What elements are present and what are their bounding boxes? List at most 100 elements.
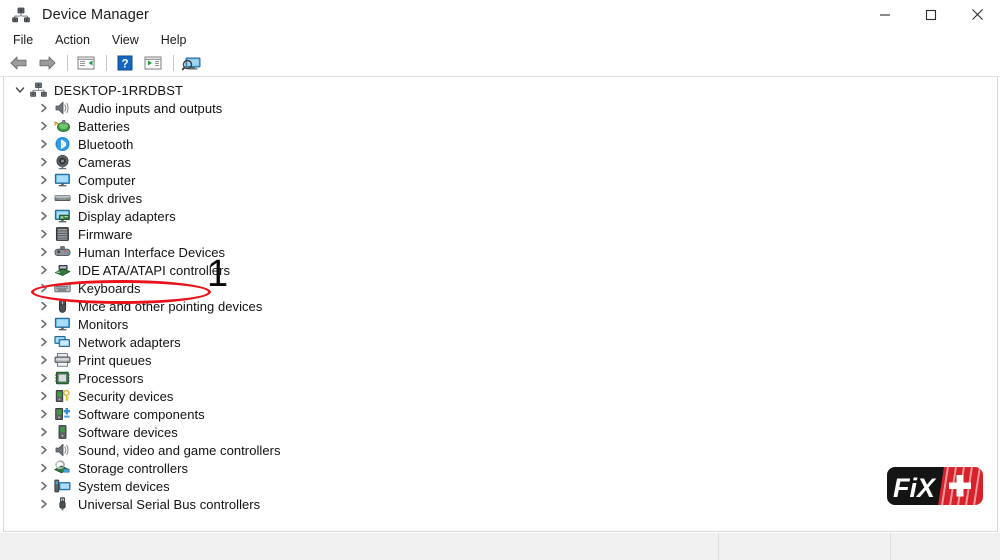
toolbar-separator [67,55,68,71]
chevron-right-icon[interactable] [36,99,52,117]
chevron-right-icon[interactable] [36,495,52,513]
chevron-right-icon[interactable] [36,477,52,495]
battery-icon [54,118,71,134]
monitor-icon [54,316,71,332]
chevron-right-icon[interactable] [36,261,52,279]
tree-item-software-components[interactable]: Software components [4,405,997,423]
software-components-icon [54,406,71,422]
tree-item-label: Mice and other pointing devices [78,298,263,314]
ide-controller-icon [54,262,71,278]
chevron-down-icon[interactable] [12,81,28,99]
tree-item-bluetooth[interactable]: Bluetooth [4,135,997,153]
tree-item-disk-drives[interactable]: Disk drives [4,189,997,207]
tree-item-label: Batteries [78,118,130,134]
menu-help[interactable]: Help [161,31,196,49]
speaker-icon [54,442,71,458]
tree-item-security-devices[interactable]: Security devices [4,387,997,405]
chevron-right-icon[interactable] [36,135,52,153]
system-device-icon [54,478,71,494]
window-title: Device Manager [42,6,149,23]
tree-item-label: IDE ATA/ATAPI controllers [78,262,230,278]
chevron-right-icon[interactable] [36,117,52,135]
bluetooth-icon [54,136,71,152]
tree-item-storage-controllers[interactable]: Storage controllers [4,459,997,477]
status-segment-tertiary [890,533,1000,560]
chevron-right-icon[interactable] [36,387,52,405]
properties-button[interactable] [140,52,166,74]
tree-item-computer[interactable]: Computer [4,171,997,189]
tree-item-label: Sound, video and game controllers [78,442,281,458]
tree-item-label: Security devices [78,388,174,404]
status-segment-secondary [718,533,890,560]
tree-item-label: Network adapters [78,334,181,350]
tree-item-mice-and-other-pointing-devices[interactable]: Mice and other pointing devices [4,297,997,315]
tree-item-label: Computer [78,172,136,188]
chevron-right-icon[interactable] [36,279,52,297]
tree-item-human-interface-devices[interactable]: Human Interface Devices [4,243,997,261]
chevron-right-icon[interactable] [36,189,52,207]
tree-item-software-devices[interactable]: Software devices [4,423,997,441]
scan-hardware-changes-button[interactable] [179,52,205,74]
toolbar-separator [106,55,107,71]
chevron-right-icon[interactable] [36,423,52,441]
chevron-right-icon[interactable] [36,243,52,261]
tree-item-label: Keyboards [78,280,141,296]
tree-item-label: Print queues [78,352,152,368]
tree-item-audio-inputs-and-outputs[interactable]: Audio inputs and outputs [4,99,997,117]
tree-item-label: Display adapters [78,208,176,224]
chevron-right-icon[interactable] [36,351,52,369]
tree-item-ide-ata-atapi-controllers[interactable]: IDE ATA/ATAPI controllers [4,261,997,279]
device-tree-panel: DESKTOP-1RRDBST Audio inputs and outputs… [3,77,998,532]
tree-item-label: Bluetooth [78,136,134,152]
tree-item-processors[interactable]: Processors [4,369,997,387]
show-hide-console-tree-button[interactable] [73,52,99,74]
tree-item-sound-video-and-game-controllers[interactable]: Sound, video and game controllers [4,441,997,459]
back-button[interactable] [6,52,32,74]
close-button[interactable] [954,0,1000,29]
tree-item-firmware[interactable]: Firmware [4,225,997,243]
chevron-right-icon[interactable] [36,369,52,387]
chevron-right-icon[interactable] [36,405,52,423]
toolbar-separator [173,55,174,71]
chevron-right-icon[interactable] [36,171,52,189]
speaker-icon [54,100,71,116]
tree-item-system-devices[interactable]: System devices [4,477,997,495]
help-button[interactable]: ? [112,52,138,74]
tree-root-row[interactable]: DESKTOP-1RRDBST [4,81,997,99]
chevron-right-icon[interactable] [36,333,52,351]
menu-file[interactable]: File [13,31,42,49]
tree-item-display-adapters[interactable]: Display adapters [4,207,997,225]
chevron-right-icon[interactable] [36,459,52,477]
processor-chip-icon [54,370,71,386]
forward-button[interactable] [34,52,60,74]
tree-item-label: Firmware [78,226,133,242]
security-key-icon [54,388,71,404]
svg-text:?: ? [121,58,128,70]
tree-root-label: DESKTOP-1RRDBST [54,82,184,98]
tree-item-print-queues[interactable]: Print queues [4,351,997,369]
menu-view[interactable]: View [112,31,148,49]
monitor-icon [54,172,71,188]
chevron-right-icon[interactable] [36,225,52,243]
tree-item-label: Monitors [78,316,129,332]
chevron-right-icon[interactable] [36,315,52,333]
chevron-right-icon[interactable] [36,297,52,315]
gamepad-icon [54,244,71,260]
title-bar: Device Manager [0,0,1000,29]
chevron-right-icon[interactable] [36,153,52,171]
device-manager-icon [12,6,30,24]
tree-item-network-adapters[interactable]: Network adapters [4,333,997,351]
tree-item-keyboards[interactable]: Keyboards [4,279,997,297]
menu-bar: File Action View Help [0,29,1000,50]
minimize-button[interactable] [862,0,908,29]
tree-item-universal-serial-bus-controllers[interactable]: Universal Serial Bus controllers [4,495,997,513]
tree-item-batteries[interactable]: Batteries [4,117,997,135]
chevron-right-icon[interactable] [36,441,52,459]
maximize-button[interactable] [908,0,954,29]
display-adapter-icon [54,208,71,224]
disk-drive-icon [54,190,71,206]
menu-action[interactable]: Action [55,31,99,49]
chevron-right-icon[interactable] [36,207,52,225]
tree-item-monitors[interactable]: Monitors [4,315,997,333]
tree-item-cameras[interactable]: Cameras [4,153,997,171]
